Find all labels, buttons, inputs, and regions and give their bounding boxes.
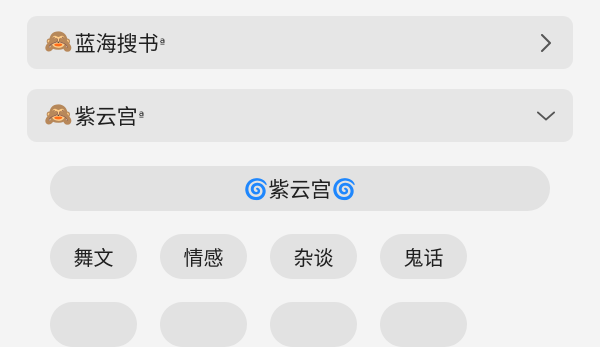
cyclone-icon: 🌀 [331, 176, 357, 201]
tag-wuwen[interactable]: 舞文 [50, 234, 137, 279]
section-header-lanhai-soushu[interactable]: 🙈 蓝海搜书 ª [27, 16, 573, 69]
section-header-ziyungong[interactable]: 🙈 紫云宫 ª [27, 89, 573, 142]
tag-next-row-4[interactable] [380, 302, 467, 347]
ziyungong-banner-button[interactable]: 🌀 紫云宫 🌀 [50, 166, 550, 211]
chevron-right-icon[interactable] [537, 33, 555, 52]
section-superscript: ª [159, 35, 166, 50]
tag-zatan[interactable]: 杂谈 [270, 234, 357, 279]
section-title: 紫云宫 [74, 104, 138, 129]
tag-next-row-3[interactable] [270, 302, 357, 347]
tag-guihua[interactable]: 鬼话 [380, 234, 467, 279]
banner-label: 紫云宫 [268, 177, 332, 202]
tag-next-row-2[interactable] [160, 302, 247, 347]
tag-qinggan[interactable]: 情感 [160, 234, 247, 279]
cyclone-icon: 🌀 [243, 176, 269, 201]
section-superscript: ª [138, 108, 145, 123]
see-no-evil-monkey-icon: 🙈 [44, 102, 73, 128]
see-no-evil-monkey-icon: 🙈 [44, 29, 73, 55]
section-title: 蓝海搜书 [74, 31, 159, 56]
chevron-down-icon[interactable] [537, 107, 555, 125]
tag-next-row-1[interactable] [50, 302, 137, 347]
